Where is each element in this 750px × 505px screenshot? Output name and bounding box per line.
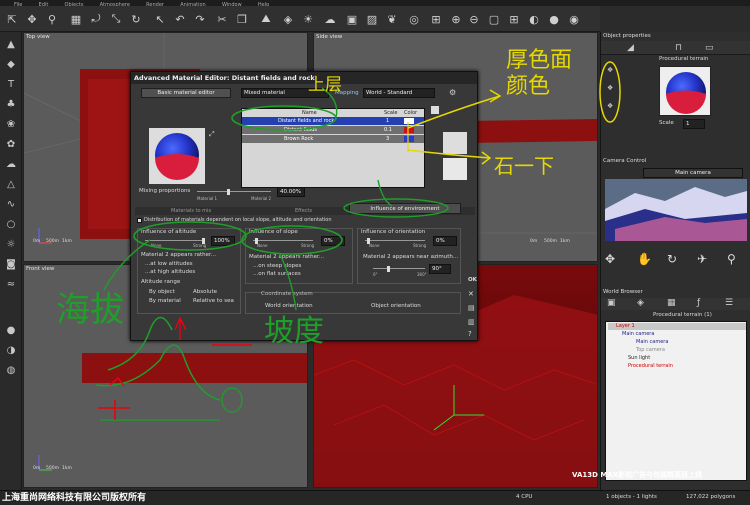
copyright-watermark: 上海重尚网络科技有限公司版权所有 (2, 493, 147, 503)
handwriting-overlay (95, 61, 621, 421)
note-rock-below: 石一下 (494, 154, 554, 178)
note-top-layer: 上层 (308, 75, 342, 95)
note-thick-color: 厚色面 颜色 (506, 48, 573, 99)
note-altitude: 海拔 (56, 290, 124, 330)
status-cpu: 4 CPU (516, 494, 533, 500)
status-objects: 1 objects - 1 lights (606, 494, 657, 500)
note-slope: 坡度 (264, 314, 324, 349)
status-polygons: 127,022 polygons (686, 494, 736, 500)
ad-watermark: VA13D MAX影视广告与包装精英班上线 (572, 471, 703, 479)
